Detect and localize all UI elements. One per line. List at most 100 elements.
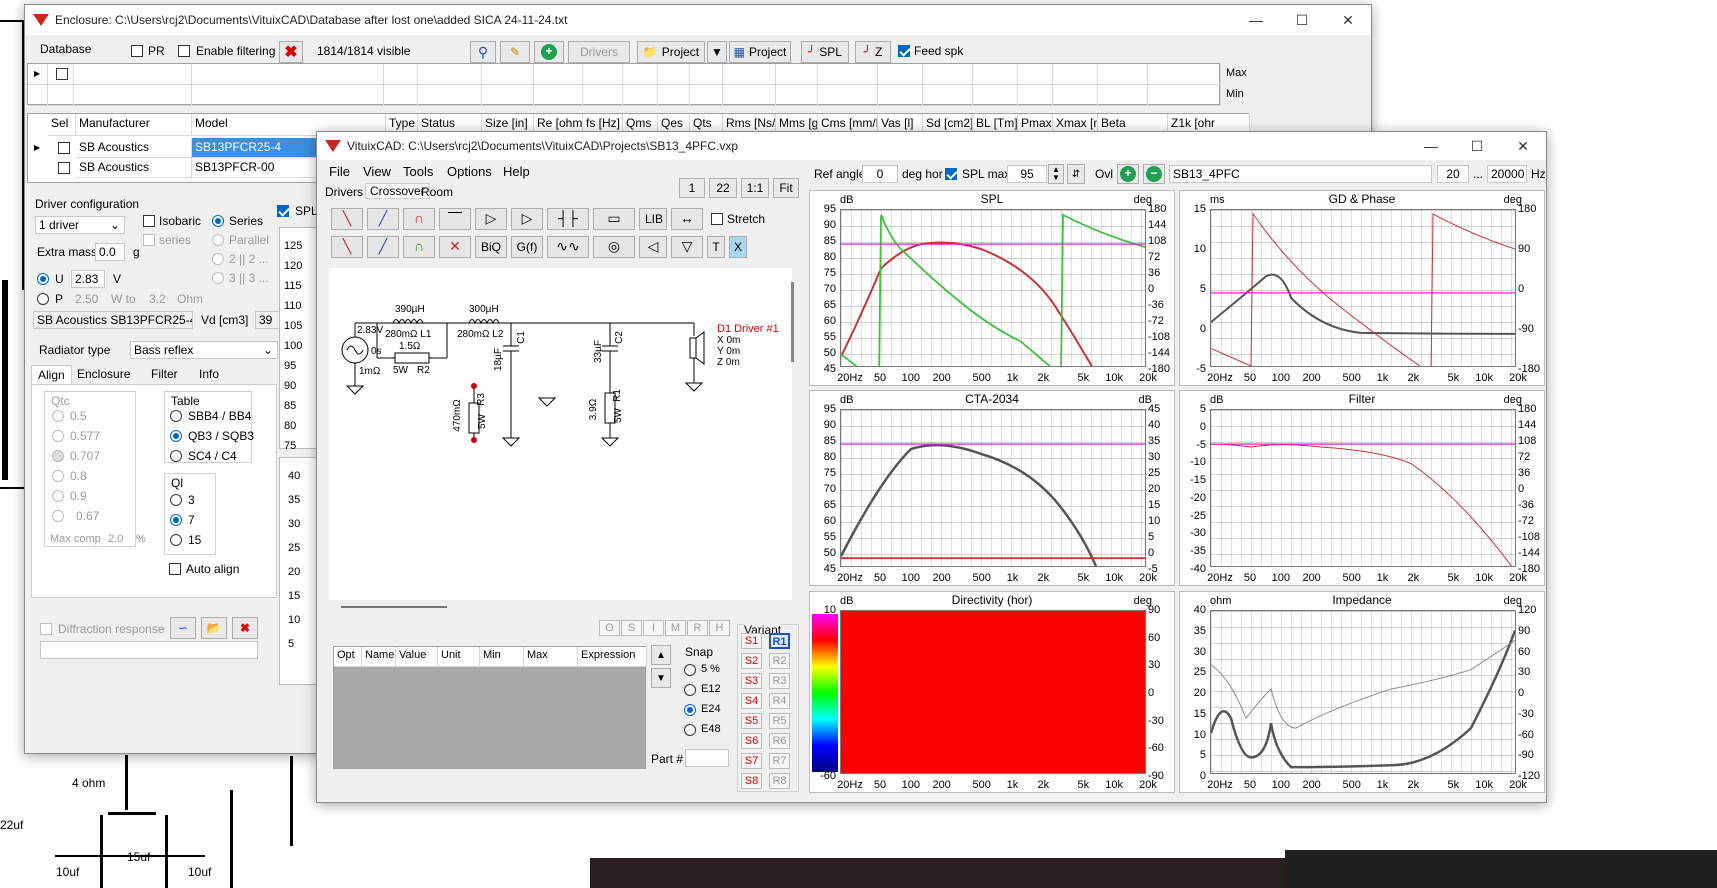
isobaric-series-checkbox[interactable] <box>143 234 155 246</box>
spl-max-input[interactable]: 95 <box>1007 165 1047 183</box>
filter-cell[interactable] <box>74 64 192 85</box>
param-column-header[interactable]: Name <box>362 647 396 667</box>
filter-cell[interactable] <box>1053 85 1098 106</box>
filter-cell[interactable] <box>1148 85 1221 106</box>
maximize-button[interactable]: ☐ <box>1454 132 1500 160</box>
cta-graph[interactable]: CTA-2034 dB dB 95 90 85 80 75 70 65 60 55 50 45 45 40 35… <box>809 390 1175 586</box>
ref-angle-input[interactable]: 0 <box>862 165 898 183</box>
parameter-table[interactable]: Opt Name Value Unit Min Max Expression <box>333 646 647 769</box>
parallel-3-radio[interactable] <box>212 272 224 284</box>
resistor-button[interactable]: ▭ <box>593 208 635 230</box>
spl-graph[interactable]: SPL dB deg 95 90 85 80 75 70 65 60 55 50 45 180 144 108 7… <box>809 190 1175 386</box>
variant-r7-button[interactable]: R7 <box>769 753 790 769</box>
freq-min-input[interactable]: 20 <box>1437 165 1469 183</box>
power-radio[interactable] <box>37 293 49 305</box>
tab-crossover[interactable]: Crossover <box>365 183 430 199</box>
filter-cell[interactable] <box>623 85 658 106</box>
filter-cell[interactable] <box>534 85 583 106</box>
stretch-checkbox[interactable] <box>711 213 723 225</box>
menu-tools[interactable]: Tools <box>403 164 433 179</box>
column-header[interactable]: Sel <box>48 114 76 136</box>
highpass-button[interactable]: ╱ <box>367 208 399 230</box>
option-m-button[interactable]: M <box>665 620 686 636</box>
notch-button[interactable]: ✕ <box>439 236 471 258</box>
filter-cell[interactable] <box>482 64 534 85</box>
filter-cell[interactable] <box>192 85 384 106</box>
menu-options[interactable]: Options <box>447 164 492 179</box>
filter-graph[interactable]: Filter dB deg 5 0 -5 -10 -15 -20 -25 -30 -35 -40 180 1… <box>1179 390 1545 586</box>
maximize-button[interactable]: ☐ <box>1279 5 1325 35</box>
drivers-button[interactable]: Drivers <box>568 41 630 63</box>
buffer-button[interactable]: ▷ <box>475 208 507 230</box>
qtc-radio[interactable] <box>52 490 64 502</box>
minimize-button[interactable]: — <box>1408 132 1454 160</box>
series-radio[interactable] <box>212 215 224 227</box>
variant-s7-button[interactable]: S7 <box>741 753 762 769</box>
variant-s3-button[interactable]: S3 <box>741 673 762 689</box>
ql-radio[interactable] <box>170 534 182 546</box>
diffraction-path-input[interactable] <box>40 641 258 659</box>
lowpass-button[interactable]: ╲ <box>331 208 363 230</box>
zoom-fit-button[interactable]: Fit <box>773 178 799 198</box>
voltage-input[interactable]: 2.83 <box>71 270 105 288</box>
ground-button[interactable]: ▽ <box>671 236 703 258</box>
diffraction-clear-button[interactable]: ✖ <box>232 617 258 639</box>
extra-mass-input[interactable]: 0.0 <box>95 243 125 261</box>
param-column-header[interactable]: Opt <box>334 647 362 667</box>
capacitor-button[interactable]: ┤├ <box>547 208 589 230</box>
schematic-canvas[interactable]: 2.83V 0s 1mΩ 390µH 280mΩ L1 1.5Ω 5W R2 3… <box>329 268 792 600</box>
filter-cell[interactable] <box>74 85 192 106</box>
driver-name-field[interactable]: SB Acoustics SB13PFCR25-4 <box>33 311 193 329</box>
param-column-header[interactable]: Max <box>524 647 578 667</box>
close-button[interactable]: ✕ <box>1500 132 1546 160</box>
move-up-button[interactable]: ▲ <box>651 645 671 665</box>
param-column-header[interactable]: Min <box>480 647 524 667</box>
bandpass2-button[interactable]: ∩ <box>403 236 435 258</box>
ql-radio[interactable] <box>170 514 182 526</box>
t-button[interactable]: T <box>707 236 725 258</box>
variant-r1-button[interactable]: R1 <box>769 633 790 649</box>
diffraction-open-button[interactable]: 📂 <box>201 617 227 639</box>
amp-button[interactable]: ▷ <box>511 208 543 230</box>
tab-align[interactable]: Align <box>31 365 72 385</box>
lowpass2-button[interactable]: ╲ <box>331 236 363 258</box>
qtc-radio[interactable] <box>52 430 64 442</box>
filter-cell[interactable] <box>583 85 623 106</box>
qtc-radio[interactable] <box>52 470 64 482</box>
tab-room[interactable]: Room <box>421 185 453 199</box>
variant-r8-button[interactable]: R8 <box>769 773 790 789</box>
option-s-button[interactable]: S <box>621 620 642 636</box>
filter-cell[interactable] <box>776 64 818 85</box>
schematic-horizontal-scrollbar[interactable] <box>341 606 447 608</box>
schematic-vertical-scrollbar[interactable] <box>791 282 794 362</box>
bandpass-button[interactable]: ∩ <box>403 208 435 230</box>
add-button[interactable]: + <box>534 41 564 63</box>
z-button[interactable]: ╯ Z <box>855 41 891 63</box>
voltage-radio[interactable] <box>37 273 49 285</box>
search-button[interactable]: ⚲ <box>470 41 496 63</box>
speaker-button[interactable]: ◁ <box>639 236 667 258</box>
max-comp-value[interactable]: 2.0 <box>108 533 123 545</box>
menu-help[interactable]: Help <box>503 164 530 179</box>
row-select-checkbox[interactable] <box>58 142 70 154</box>
clear-filter-button[interactable]: ✖ <box>279 41 303 63</box>
tab-drivers[interactable]: Drivers <box>325 185 363 199</box>
freq-max-input[interactable]: 20000 <box>1487 165 1527 183</box>
isobaric-checkbox[interactable] <box>143 215 155 227</box>
power-ohm-value[interactable]: 3.2 <box>149 292 166 306</box>
select-all-checkbox[interactable] <box>56 68 68 80</box>
tab-filter[interactable]: Filter <box>145 365 184 385</box>
transformer-button[interactable]: ◎ <box>593 236 635 258</box>
biq-button[interactable]: BiQ <box>475 236 507 258</box>
qtc-radio[interactable] <box>52 510 64 522</box>
close-button[interactable]: ✕ <box>1325 5 1371 35</box>
option-o-button[interactable]: O <box>599 620 620 636</box>
qtc-radio[interactable] <box>52 450 64 462</box>
filter-cell[interactable] <box>818 64 878 85</box>
spl-fit-button[interactable]: ⇵ <box>1067 164 1085 184</box>
row-select-checkbox[interactable] <box>58 162 70 174</box>
filter-cell[interactable] <box>776 85 818 106</box>
diffraction-checkbox[interactable] <box>40 623 52 635</box>
filter-cell[interactable] <box>878 64 923 85</box>
column-header[interactable]: Manufacturer <box>76 114 192 136</box>
